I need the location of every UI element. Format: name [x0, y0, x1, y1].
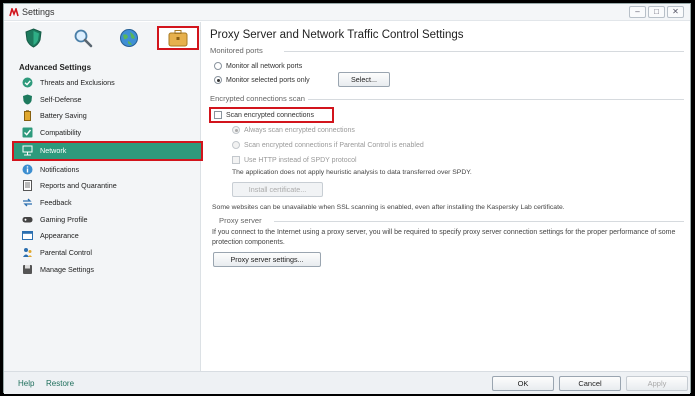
sidebar-item-reports-and-quarantine[interactable]: Reports and Quarantine: [14, 177, 199, 194]
scan-encrypted-connections-option[interactable]: Scan encrypted connections: [214, 111, 314, 119]
shield-icon: [24, 28, 42, 48]
spdy-note: The application does not apply heuristic…: [232, 169, 472, 176]
section-divider: [308, 99, 684, 100]
radio-button[interactable]: [214, 76, 222, 84]
minimize-icon[interactable]: –: [629, 6, 646, 18]
proxy-heading: Proxy server: [219, 216, 262, 225]
network-icon: [22, 145, 33, 156]
sidebar-item-self-defense[interactable]: Self-Defense: [14, 91, 199, 108]
tab-update[interactable]: [108, 26, 150, 50]
window-controls: – □ ✕: [629, 6, 684, 18]
page-title: Proxy Server and Network Traffic Control…: [210, 29, 464, 41]
checkbox[interactable]: [232, 156, 240, 164]
monitored-ports-heading: Monitored ports: [210, 46, 263, 55]
checkbox[interactable]: [214, 111, 222, 119]
cancel-button[interactable]: Cancel: [559, 376, 621, 391]
window-title: Settings: [22, 7, 55, 17]
sidebar-item-label: Battery Saving: [40, 111, 87, 121]
check-circle-icon: [22, 77, 33, 88]
globe-icon: [120, 29, 138, 47]
briefcase-icon: [168, 30, 188, 47]
sidebar-item-battery-saving[interactable]: Battery Saving: [14, 107, 199, 124]
sidebar-item-label: Notifications: [40, 164, 80, 174]
sidebar-item-notifications[interactable]: Notifications: [14, 161, 199, 178]
option-label: Use HTTP instead of SPDY protocol: [244, 156, 357, 164]
settings-window: Settings – □ ✕ Advanced Settings Threats…: [3, 3, 692, 394]
option-label: Scan encrypted connections if Parental C…: [244, 141, 424, 149]
sidebar-item-label: Appearance: [40, 231, 79, 241]
tab-protection[interactable]: [12, 26, 54, 50]
option-label: Monitor all network ports: [226, 62, 303, 70]
report-icon: [22, 180, 33, 192]
sidebar-item-label: Compatibility: [40, 127, 82, 137]
sidebar-item-label: Reports and Quarantine: [40, 181, 117, 191]
left-panel: Advanced Settings Threats and Exclusions…: [4, 22, 203, 371]
select-ports-button[interactable]: Select...: [338, 72, 390, 87]
sidebar-item-feedback[interactable]: Feedback: [14, 194, 199, 211]
battery-icon: [22, 110, 33, 122]
magnifier-icon: [74, 29, 93, 48]
scan-if-parental-option[interactable]: Scan encrypted connections if Parental C…: [232, 141, 424, 149]
maximize-icon[interactable]: □: [648, 6, 665, 18]
sidebar-item-manage-settings[interactable]: Manage Settings: [14, 261, 199, 278]
section-divider: [274, 221, 684, 222]
feedback-icon: [22, 197, 33, 208]
sidebar-item-appearance[interactable]: Appearance: [14, 228, 199, 245]
tab-scan[interactable]: [62, 26, 104, 50]
shield-small-icon: [22, 94, 33, 105]
option-label: Scan encrypted connections: [226, 111, 314, 119]
sidebar-item-label: Self-Defense: [40, 94, 82, 104]
sidebar-item-threats-and-exclusions[interactable]: Threats and Exclusions: [14, 74, 199, 91]
sidebar-title: Advanced Settings: [19, 63, 92, 72]
top-tabs: [4, 22, 201, 53]
proxy-settings-button[interactable]: Proxy server settings...: [213, 252, 321, 267]
apply-button[interactable]: Apply: [626, 376, 688, 391]
option-label: Always scan encrypted connections: [244, 126, 355, 134]
sidebar-item-label: Parental Control: [40, 248, 92, 258]
footer-bar: Help Restore OK Cancel Apply: [4, 371, 690, 394]
sidebar-item-network[interactable]: Network: [12, 140, 203, 161]
option-label: Monitor selected ports only: [226, 76, 310, 84]
appearance-icon: [22, 230, 33, 241]
radio-button[interactable]: [232, 126, 240, 134]
always-scan-option[interactable]: Always scan encrypted connections: [232, 126, 355, 134]
ok-button[interactable]: OK: [492, 376, 554, 391]
encrypted-scan-heading: Encrypted connections scan: [210, 94, 305, 103]
sidebar-item-label: Manage Settings: [40, 264, 94, 274]
tab-advanced[interactable]: [157, 26, 199, 50]
kaspersky-logo-icon: [9, 8, 19, 17]
screenshot-frame: Settings – □ ✕ Advanced Settings Threats…: [0, 0, 695, 396]
use-http-option[interactable]: Use HTTP instead of SPDY protocol: [232, 156, 357, 164]
sidebar-item-gaming-profile[interactable]: Gaming Profile: [14, 211, 199, 228]
section-divider: [284, 51, 684, 52]
radio-button[interactable]: [214, 62, 222, 70]
monitor-all-ports-option[interactable]: Monitor all network ports: [214, 62, 302, 70]
manage-icon: [22, 264, 33, 275]
main-panel: Proxy Server and Network Traffic Control…: [202, 22, 692, 371]
restore-link[interactable]: Restore: [46, 379, 74, 388]
close-icon[interactable]: ✕: [667, 6, 684, 18]
sidebar-nav: Threats and Exclusions Self-Defense Batt…: [12, 74, 203, 278]
gamepad-icon: [22, 214, 33, 225]
help-link[interactable]: Help: [18, 379, 34, 388]
sidebar-item-parental-control[interactable]: Parental Control: [14, 244, 199, 261]
install-certificate-button[interactable]: Install certificate...: [232, 182, 323, 197]
title-bar: Settings – □ ✕: [4, 4, 690, 21]
radio-button[interactable]: [232, 141, 240, 149]
proxy-description: If you connect to the Internet using a p…: [212, 229, 676, 246]
ssl-warning: Some websites can be unavailable when SS…: [212, 204, 565, 211]
sidebar-item-label: Network: [40, 146, 67, 156]
parental-icon: [22, 247, 33, 258]
info-icon: [22, 164, 33, 175]
sidebar-item-label: Threats and Exclusions: [40, 77, 115, 87]
monitor-selected-ports-option[interactable]: Monitor selected ports only: [214, 76, 310, 84]
sidebar-item-label: Gaming Profile: [40, 214, 88, 224]
sidebar-item-compatibility[interactable]: Compatibility: [14, 124, 199, 141]
sidebar-item-label: Feedback: [40, 197, 72, 207]
checkbox-icon: [22, 127, 33, 138]
